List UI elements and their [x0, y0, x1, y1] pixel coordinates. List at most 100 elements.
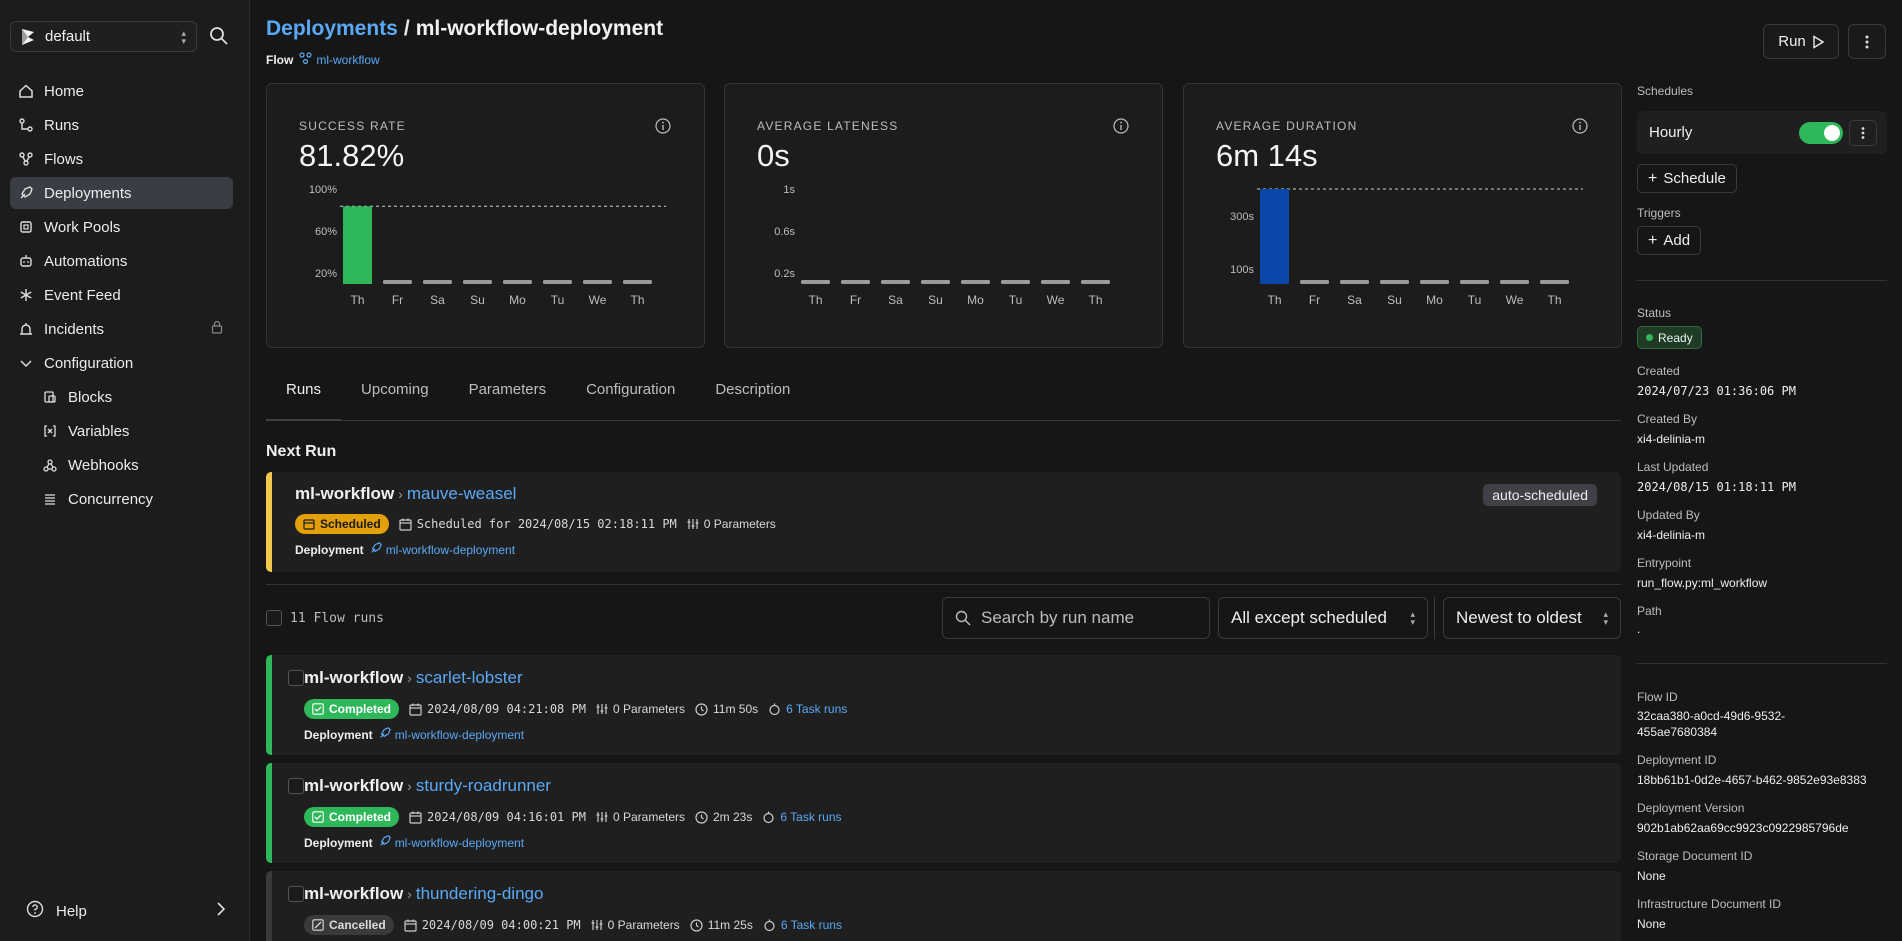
- sidebar-item-variables[interactable]: Variables: [10, 415, 233, 447]
- deployment-id-label: Deployment ID: [1637, 753, 1717, 767]
- parameters-text: 0 Parameters: [612, 702, 685, 716]
- scheduled-time: Scheduled for 2024/08/15 02:18:11 PM: [399, 517, 677, 531]
- flow-name[interactable]: ml-workflow: [295, 484, 394, 504]
- flow-name[interactable]: ml-workflow: [304, 776, 403, 796]
- deployment-version-value: 902b1ab62aa69cc9923c0922985796de: [1637, 821, 1849, 835]
- run-name-link[interactable]: sturdy-roadrunner: [416, 776, 551, 796]
- run-name-link[interactable]: mauve-weasel: [407, 484, 517, 504]
- flow-run-row[interactable]: ml-workflow › thundering-dingo Cancelled…: [266, 871, 1621, 941]
- average-duration-chart: 300s 100s Th Fr Sa Su Mo Tu We Th: [1230, 188, 1583, 307]
- tab-parameters[interactable]: Parameters: [449, 371, 567, 421]
- more-options-button[interactable]: [1848, 24, 1886, 59]
- scheduled-badge: Scheduled: [295, 514, 389, 534]
- breadcrumb: Deployments / ml-workflow-deployment: [266, 17, 663, 41]
- prefect-logo-icon: [22, 28, 34, 45]
- sidebar-item-label: Home: [44, 82, 85, 100]
- run-name-link[interactable]: scarlet-lobster: [416, 668, 523, 688]
- sidebar-item-flows[interactable]: Flows: [10, 143, 233, 175]
- task-runs-link[interactable]: 6 Task runs: [781, 918, 842, 932]
- sidebar-item-configuration[interactable]: Configuration: [10, 347, 233, 379]
- flow-id-value-line2: 455ae7680384: [1637, 725, 1718, 739]
- entrypoint-label: Entrypoint: [1637, 556, 1692, 570]
- event-feed-icon: [18, 287, 34, 303]
- clock-icon: [695, 702, 708, 716]
- run-deployment: Deployment ml-workflow-deployment: [304, 727, 524, 742]
- run-button[interactable]: Run: [1763, 24, 1839, 59]
- x-tick-label: Th: [1267, 293, 1281, 307]
- sidebar-item-concurrency[interactable]: Concurrency: [10, 483, 233, 515]
- start-time-text: 2024/08/09 04:16:01 PM: [427, 810, 586, 824]
- sidebar-item-deployments[interactable]: Deployments: [10, 177, 233, 209]
- tab-runs[interactable]: Runs: [266, 371, 342, 421]
- sidebar-item-incidents[interactable]: Incidents: [10, 313, 233, 345]
- tab-upcoming[interactable]: Upcoming: [341, 371, 449, 421]
- plus-icon: +: [1648, 231, 1658, 249]
- help-menu[interactable]: Help: [26, 900, 226, 922]
- tab-configuration[interactable]: Configuration: [566, 371, 695, 421]
- flow-name[interactable]: ml-workflow: [304, 668, 403, 688]
- add-trigger-button[interactable]: + Add: [1637, 226, 1702, 255]
- updated-by-label: Updated By: [1637, 508, 1700, 522]
- flow-run-row[interactable]: ml-workflow › scarlet-lobster Completed …: [266, 655, 1621, 755]
- search-icon[interactable]: [208, 25, 230, 47]
- chevron-updown-icon: ▴ ▾: [1603, 609, 1608, 627]
- chart-bar-empty: [921, 280, 950, 284]
- breadcrumb-deployments-link[interactable]: Deployments: [266, 17, 398, 40]
- x-tick-label: Fr: [392, 293, 403, 307]
- sidebar-item-webhooks[interactable]: Webhooks: [10, 449, 233, 481]
- tab-description[interactable]: Description: [695, 371, 810, 421]
- info-icon[interactable]: [1113, 118, 1129, 134]
- search-runs-field[interactable]: [942, 597, 1210, 639]
- run-name-link[interactable]: thundering-dingo: [416, 884, 544, 904]
- run-meta: Completed 2024/08/09 04:21:08 PM 0 Param…: [304, 699, 857, 719]
- x-tick-label: Mo: [1426, 293, 1443, 307]
- deployment-version-label: Deployment Version: [1637, 801, 1745, 815]
- schedule-toggle[interactable]: [1799, 122, 1843, 144]
- deployment-link[interactable]: ml-workflow-deployment: [395, 836, 524, 850]
- sidebar-item-runs[interactable]: Runs: [10, 109, 233, 141]
- sidebar-item-work-pools[interactable]: Work Pools: [10, 211, 233, 243]
- sidebar-item-event-feed[interactable]: Event Feed: [10, 279, 233, 311]
- row-checkbox[interactable]: [288, 670, 304, 686]
- workspace-select[interactable]: default ▴ ▾: [10, 21, 197, 52]
- last-updated-label: Last Updated: [1637, 460, 1709, 474]
- x-tick-label: Tu: [1009, 293, 1023, 307]
- sidebar-item-home[interactable]: Home: [10, 75, 233, 107]
- info-icon[interactable]: [1572, 118, 1588, 134]
- sidebar-item-automations[interactable]: Automations: [10, 245, 233, 277]
- y-tick-label: 100s: [1230, 264, 1254, 276]
- x-tick-label: Mo: [967, 293, 984, 307]
- status-badge: Ready: [1637, 326, 1702, 349]
- stat-title: AVERAGE DURATION: [1216, 119, 1358, 133]
- chevron-down-icon: [18, 355, 34, 371]
- select-all-checkbox[interactable]: [266, 610, 282, 626]
- flow-run-row[interactable]: ml-workflow › sturdy-roadrunner Complete…: [266, 763, 1621, 863]
- flow-runs-count-text: 11 Flow runs: [290, 610, 384, 626]
- task-runs-link[interactable]: 6 Task runs: [786, 702, 847, 716]
- chart-bar-empty: [1041, 280, 1070, 284]
- state-filter-select[interactable]: All except scheduled ▴ ▾: [1218, 597, 1428, 639]
- calendar-icon: [409, 811, 422, 824]
- sort-select[interactable]: Newest to oldest ▴ ▾: [1443, 597, 1621, 639]
- help-label: Help: [56, 902, 87, 920]
- page-title: ml-workflow-deployment: [415, 17, 664, 40]
- flow-name[interactable]: ml-workflow: [304, 884, 403, 904]
- deployment-link[interactable]: ml-workflow-deployment: [395, 728, 524, 742]
- sidebar-item-blocks[interactable]: Blocks: [10, 381, 233, 413]
- flow-link[interactable]: ml-workflow: [316, 53, 379, 67]
- schedule-menu-button[interactable]: [1849, 120, 1877, 146]
- concurrency-icon: [42, 491, 58, 507]
- row-checkbox[interactable]: [288, 886, 304, 902]
- next-run-card[interactable]: ml-workflow › mauve-weasel auto-schedule…: [266, 472, 1621, 572]
- row-checkbox[interactable]: [288, 778, 304, 794]
- chart-bar: [1260, 189, 1289, 284]
- task-runs-link[interactable]: 6 Task runs: [780, 810, 841, 824]
- calendar-icon: [404, 919, 417, 932]
- search-runs-input[interactable]: [981, 608, 1191, 628]
- info-icon[interactable]: [655, 118, 671, 134]
- add-schedule-button[interactable]: + Schedule: [1637, 164, 1737, 193]
- calendar-icon: [399, 518, 412, 531]
- sidebar-item-label: Concurrency: [68, 490, 154, 508]
- deployment-link[interactable]: ml-workflow-deployment: [386, 543, 515, 557]
- y-tick-label: 0.6s: [774, 226, 795, 238]
